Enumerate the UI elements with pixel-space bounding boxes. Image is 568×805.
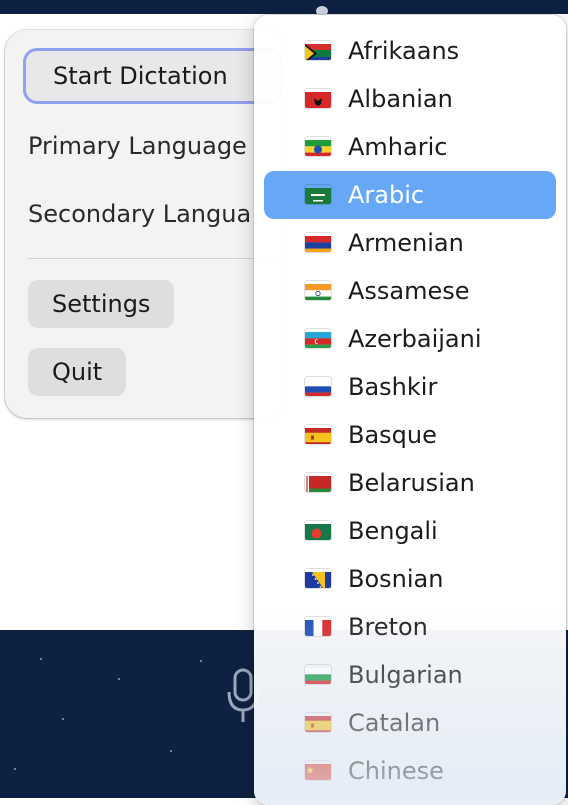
india-flag-icon xyxy=(305,281,331,300)
primary-language-item[interactable]: Primary Language xyxy=(28,132,247,160)
menu-divider xyxy=(28,258,278,259)
south-africa-flag-icon xyxy=(305,41,331,60)
dictation-menu: Start Dictation Primary Language Seconda… xyxy=(5,30,285,418)
language-item[interactable]: Bosnian xyxy=(264,555,556,603)
language-label: Amharic xyxy=(348,133,448,161)
language-label: Bulgarian xyxy=(348,661,463,689)
language-label: Afrikaans xyxy=(348,37,460,65)
language-item[interactable]: Amharic xyxy=(264,123,556,171)
spain-flag-icon xyxy=(305,425,331,444)
language-label: Bosnian xyxy=(348,565,444,593)
language-list: Afrikaans Albanian Amharic Arabic Armeni xyxy=(264,27,556,795)
language-item[interactable]: Azerbaijani xyxy=(264,315,556,363)
language-item[interactable]: Breton xyxy=(264,603,556,651)
language-label: Bengali xyxy=(348,517,438,545)
language-label: Assamese xyxy=(348,277,470,305)
language-item[interactable]: Albanian xyxy=(264,75,556,123)
language-label: Chinese xyxy=(348,757,444,785)
language-label: Azerbaijani xyxy=(348,325,482,353)
language-item[interactable]: Basque xyxy=(264,411,556,459)
language-item[interactable]: Bengali xyxy=(264,507,556,555)
france-flag-icon xyxy=(305,617,331,636)
language-label: Belarusian xyxy=(348,469,475,497)
language-label: Bashkir xyxy=(348,373,438,401)
language-label: Catalan xyxy=(348,709,441,737)
bosnia-flag-icon xyxy=(305,569,331,588)
language-item[interactable]: Bashkir xyxy=(264,363,556,411)
language-label: Breton xyxy=(348,613,428,641)
start-dictation-button[interactable]: Start Dictation xyxy=(23,48,283,104)
bangladesh-flag-icon xyxy=(305,521,331,540)
language-item[interactable]: Chinese xyxy=(264,747,556,795)
language-item-selected[interactable]: Arabic xyxy=(264,171,556,219)
language-item[interactable]: Afrikaans xyxy=(264,27,556,75)
spain-flag-icon xyxy=(305,713,331,732)
settings-button[interactable]: Settings xyxy=(28,280,175,328)
language-item[interactable]: Assamese xyxy=(264,267,556,315)
language-label: Basque xyxy=(348,421,437,449)
belarus-flag-icon xyxy=(305,473,331,492)
language-item[interactable]: Belarusian xyxy=(264,459,556,507)
language-item[interactable]: Bulgarian xyxy=(264,651,556,699)
azerbaijan-flag-icon xyxy=(305,329,331,348)
language-label: Armenian xyxy=(348,229,464,257)
bulgaria-flag-icon xyxy=(305,665,331,684)
language-label: Arabic xyxy=(348,181,425,209)
language-dropdown: Afrikaans Albanian Amharic Arabic Armeni xyxy=(254,15,566,805)
language-label: Albanian xyxy=(348,85,453,113)
albania-flag-icon xyxy=(305,89,331,108)
secondary-language-item[interactable]: Secondary Langua xyxy=(28,200,251,228)
ethiopia-flag-icon xyxy=(305,137,331,156)
window-top-strip xyxy=(0,0,568,14)
china-flag-icon xyxy=(305,761,331,780)
quit-button[interactable]: Quit xyxy=(28,348,127,396)
armenia-flag-icon xyxy=(305,233,331,252)
language-item[interactable]: Armenian xyxy=(264,219,556,267)
language-item[interactable]: Catalan xyxy=(264,699,556,747)
saudi-arabia-flag-icon xyxy=(305,185,331,204)
russia-flag-icon xyxy=(305,377,331,396)
